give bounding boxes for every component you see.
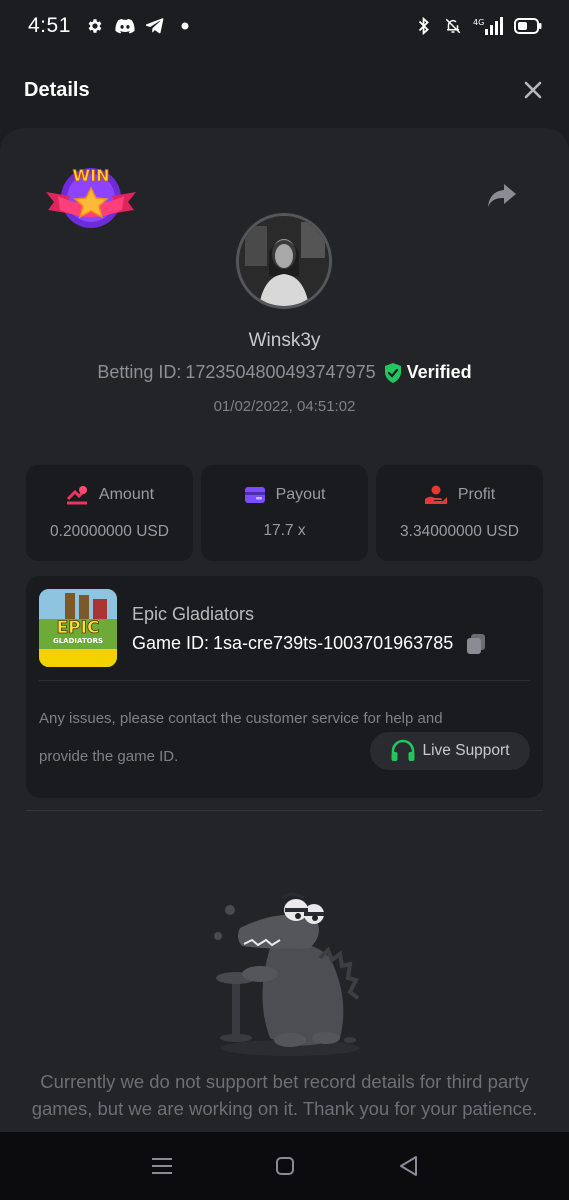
- section-divider: [26, 810, 543, 811]
- stat-value-profit: 3.34000000 USD: [400, 523, 519, 540]
- stat-card-payout: Payout 17.7 x: [201, 465, 368, 561]
- nav-back-button[interactable]: [394, 1152, 422, 1180]
- win-badge-text: WIN: [73, 166, 110, 185]
- status-right-icons: 4G: [414, 16, 543, 36]
- close-icon: [524, 81, 542, 99]
- page-title: Details: [24, 78, 90, 101]
- discord-icon: [115, 16, 135, 36]
- win-badge: WIN: [44, 162, 138, 232]
- stat-label-payout: Payout: [275, 486, 326, 503]
- issues-text: Any issues, please contact the customer …: [39, 700, 443, 776]
- game-thumb-title: EPIC: [57, 618, 100, 638]
- nav-home-button[interactable]: [271, 1152, 299, 1180]
- gear-icon: [85, 16, 105, 36]
- amount-icon: [66, 486, 87, 505]
- game-id-value: 1sa-cre739ts-1003701963785: [213, 632, 454, 653]
- system-nav-bar: [0, 1132, 569, 1200]
- game-card: EPIC GLADIATORS Epic Gladiators Game ID:…: [26, 576, 543, 798]
- stat-value-amount: 0.20000000 USD: [50, 523, 169, 540]
- details-header: Details: [0, 52, 569, 128]
- mute-icon: [443, 16, 463, 36]
- back-icon: [399, 1156, 417, 1176]
- bet-details-sheet: WIN Winsk3y Betting ID: 1723504800493747…: [0, 128, 569, 1132]
- game-id-row: Game ID: 1sa-cre739ts-1003701963785: [132, 632, 487, 654]
- share-arrow-icon: [488, 184, 516, 207]
- crocodile-illustration: [200, 888, 370, 1063]
- svg-text:4G: 4G: [473, 18, 484, 27]
- nav-menu-button[interactable]: [148, 1152, 176, 1180]
- share-button[interactable]: [486, 182, 518, 210]
- game-id-label: Game ID:: [132, 632, 210, 653]
- issues-line-2: provide the game ID.: [39, 748, 179, 765]
- issues-line-1: Any issues, please contact the customer …: [39, 710, 443, 727]
- bet-stats: Amount 0.20000000 USD Payout 17.7 x Prof…: [26, 465, 543, 561]
- game-name: Epic Gladiators: [132, 604, 255, 624]
- copy-game-id-button[interactable]: [465, 632, 487, 654]
- bluetooth-icon: [414, 16, 434, 36]
- betting-id-label: Betting ID:: [97, 362, 182, 382]
- verified-shield-icon: [384, 362, 401, 383]
- betting-id-row: Betting ID: 1723504800493747975 Verified: [0, 362, 569, 383]
- live-support-button[interactable]: Live Support: [370, 732, 530, 770]
- close-button[interactable]: [521, 78, 545, 102]
- payout-card-icon: [244, 487, 265, 503]
- verified-label: Verified: [406, 362, 472, 382]
- stat-label-amount: Amount: [98, 486, 155, 503]
- home-icon: [275, 1157, 294, 1175]
- stat-card-profit: Profit 3.34000000 USD: [376, 465, 543, 561]
- battery-icon: [513, 16, 543, 36]
- menu-icon: [151, 1158, 172, 1174]
- unsupported-notice: Currently we do not support bet record d…: [31, 1071, 538, 1119]
- live-support-label: Live Support: [422, 742, 510, 759]
- verified-badge: Verified: [384, 362, 472, 383]
- bet-date: 01/02/2022, 04:51:02: [213, 398, 356, 415]
- headset-icon: [391, 739, 415, 761]
- telegram-icon: [145, 16, 165, 36]
- game-thumb-subtitle: GLADIATORS: [53, 637, 103, 645]
- signal-4g-icon: 4G: [472, 16, 504, 36]
- status-time: 4:51: [28, 14, 71, 37]
- avatar: [236, 213, 332, 309]
- stat-value-payout: 17.7 x: [263, 522, 306, 539]
- username: Winsk3y: [248, 330, 321, 351]
- status-left-icons: [85, 16, 195, 36]
- betting-id-value: 1723504800493747975: [185, 362, 376, 382]
- copy-icon: [467, 634, 486, 654]
- profit-hand-icon: [424, 485, 447, 504]
- card-divider: [39, 680, 530, 681]
- stat-label-profit: Profit: [457, 486, 496, 503]
- stat-card-amount: Amount 0.20000000 USD: [26, 465, 193, 561]
- dot-icon: [175, 16, 195, 36]
- status-bar: 4:51 4G: [0, 0, 569, 52]
- game-thumbnail[interactable]: EPIC GLADIATORS: [39, 589, 117, 667]
